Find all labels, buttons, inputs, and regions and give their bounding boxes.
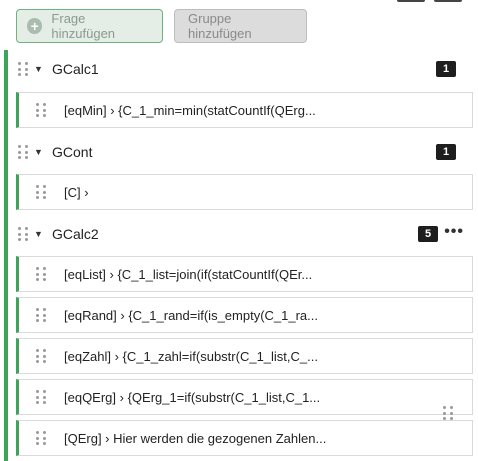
drag-handle-icon[interactable] — [36, 431, 46, 445]
top-stub-left — [397, 0, 425, 2]
question-row-qerg[interactable]: [QErg] › Hier werden die gezogenen Zahle… — [16, 420, 473, 456]
drag-handle-icon[interactable] — [443, 406, 453, 420]
add-question-label: Frage hinzufügen — [51, 11, 116, 41]
question-title: [eqMin] › {C_1_min=min(statCountIf(QErg.… — [64, 102, 316, 118]
question-title: [eqQErg] › {QErg_1=if(substr(C_1_list,C_… — [64, 389, 321, 405]
group-name: GCont — [52, 144, 93, 160]
add-group-button[interactable]: Gruppe hinzufügen — [174, 9, 307, 43]
chevron-down-icon[interactable]: ▼ — [34, 229, 46, 239]
top-stub-right — [434, 0, 462, 2]
question-row-eqzahl[interactable]: [eqZahl] › {C_1_zahl=if(substr(C_1_list,… — [16, 338, 473, 374]
question-count-badge: 5 — [418, 226, 438, 242]
add-question-button[interactable]: + Frage hinzufügen — [16, 9, 163, 43]
question-tree: ▼ GCalc1 1 [eqMin] › {C_1_min=min(statCo… — [4, 50, 478, 461]
plus-circle-icon: + — [27, 18, 43, 34]
question-row-eqrand[interactable]: [eqRand] › {C_1_rand=if(is_empty(C_1_ra.… — [16, 297, 473, 333]
drag-handle-icon[interactable] — [18, 227, 28, 241]
chevron-down-icon[interactable]: ▼ — [34, 147, 46, 157]
drag-handle-icon[interactable] — [36, 390, 46, 404]
question-count-badge: 1 — [436, 144, 456, 160]
drag-handle-icon[interactable] — [36, 103, 46, 117]
add-group-label: Gruppe hinzufügen — [188, 11, 252, 41]
drag-handle-icon[interactable] — [36, 308, 46, 322]
question-row-eqqerg[interactable]: [eqQErg] › {QErg_1=if(substr(C_1_list,C_… — [16, 379, 473, 415]
chevron-down-icon[interactable]: ▼ — [34, 64, 46, 74]
question-title: [eqList] › {C_1_list=join(if(statCountIf… — [64, 266, 313, 282]
group-name: GCalc1 — [52, 61, 99, 77]
more-options-icon[interactable]: ••• — [444, 224, 464, 240]
group-name: GCalc2 — [52, 226, 99, 242]
group-row-gcalc1[interactable]: ▼ GCalc1 1 — [8, 50, 474, 88]
question-title: [C] › — [64, 184, 89, 200]
top-toolbar-remnants — [0, 0, 478, 4]
group-row-gcalc2[interactable]: ▼ GCalc2 5 ••• — [8, 215, 474, 253]
drag-handle-icon[interactable] — [36, 185, 46, 199]
drag-handle-icon[interactable] — [18, 62, 28, 76]
question-title: [eqZahl] › {C_1_zahl=if(substr(C_1_list,… — [64, 348, 318, 364]
group-row-gcont[interactable]: ▼ GCont 1 — [8, 133, 474, 171]
drag-handle-icon[interactable] — [36, 349, 46, 363]
question-count-badge: 1 — [436, 61, 456, 77]
question-title: [QErg] › Hier werden die gezogenen Zahle… — [64, 430, 327, 446]
question-row-eqmin[interactable]: [eqMin] › {C_1_min=min(statCountIf(QErg.… — [16, 92, 473, 128]
question-title: [eqRand] › {C_1_rand=if(is_empty(C_1_ra.… — [64, 307, 318, 323]
question-row-eqlist[interactable]: [eqList] › {C_1_list=join(if(statCountIf… — [16, 256, 473, 292]
question-row-c[interactable]: [C] › — [16, 174, 473, 210]
drag-handle-icon[interactable] — [18, 145, 28, 159]
drag-handle-icon[interactable] — [36, 267, 46, 281]
toolbar: + Frage hinzufügen Gruppe hinzufügen — [16, 9, 307, 43]
